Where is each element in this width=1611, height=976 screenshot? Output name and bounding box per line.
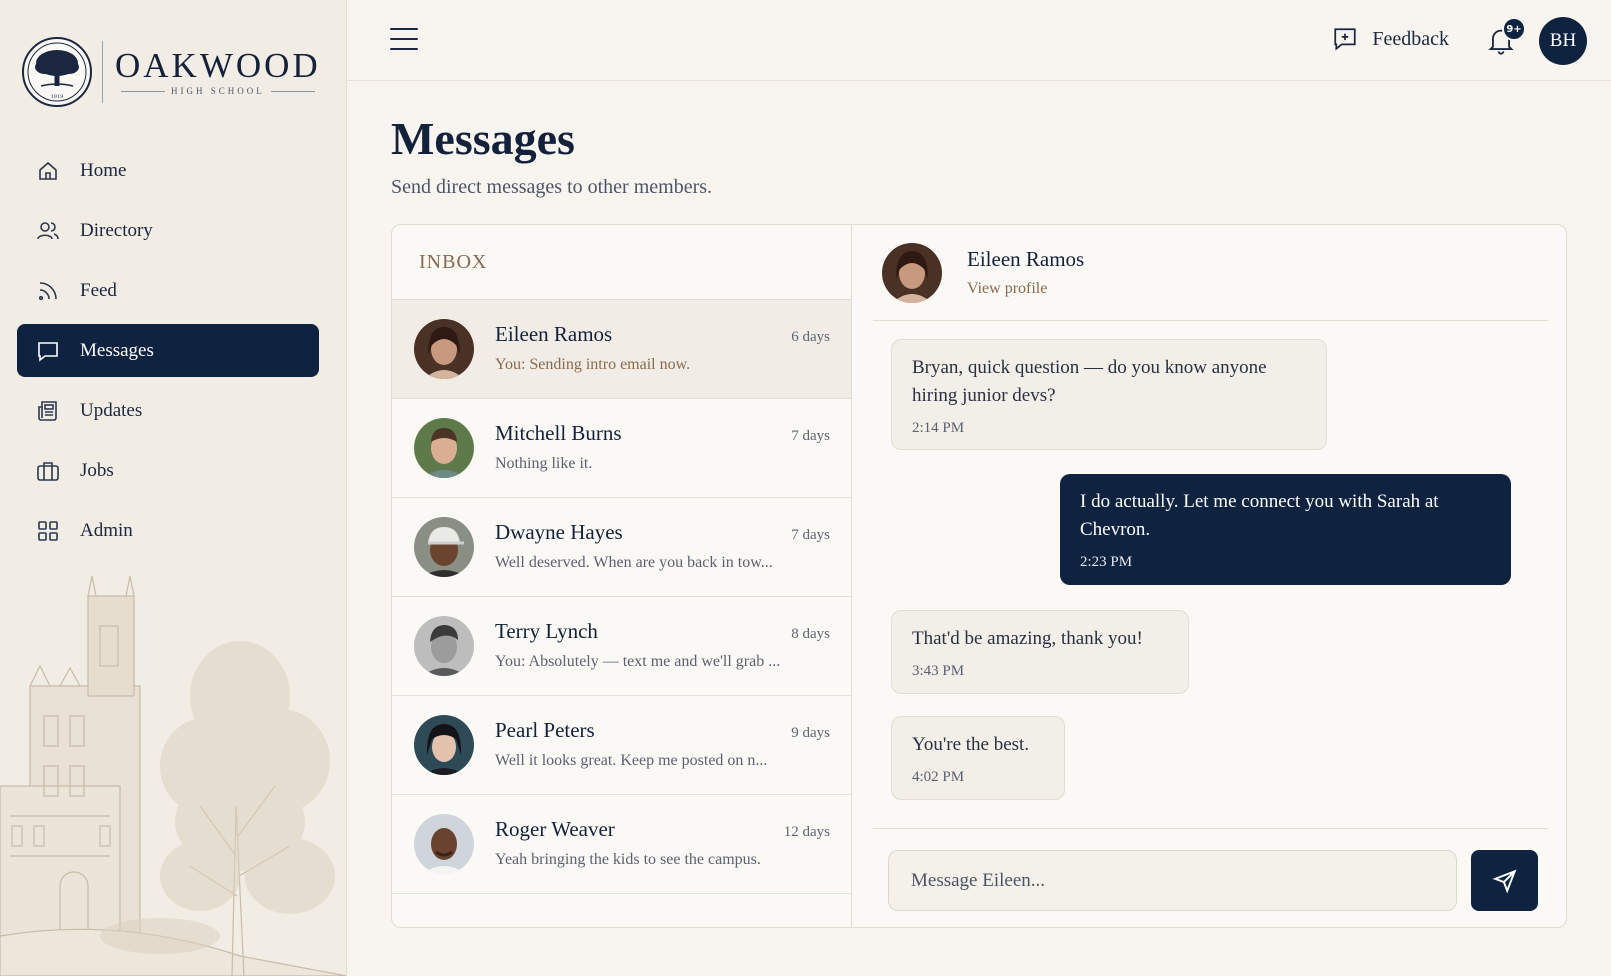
conversation-preview: Yeah bringing the kids to see the campus… [495, 851, 761, 868]
conversation-item-pearl-peters[interactable]: Pearl Peters 9 days Well it looks great.… [392, 696, 851, 795]
newspaper-icon [36, 399, 60, 423]
conversation-name: Terry Lynch [495, 619, 598, 643]
message-bubble-incoming: You're the best. 4:02 PM [891, 716, 1065, 800]
conversation-time: 8 days [791, 626, 830, 642]
feedback-button[interactable]: Feedback [1332, 26, 1449, 52]
sidebar-item-label: Messages [80, 339, 154, 361]
sidebar-item-label: Jobs [80, 459, 114, 481]
page-subtitle: Send direct messages to other members. [391, 176, 713, 198]
page-title: Messages [391, 113, 575, 164]
messages-panel: INBOX Eileen Ramos 6 days You: Sending i… [391, 224, 1567, 928]
avatar [414, 418, 474, 478]
conversation-preview: You: Sending intro email now. [495, 356, 691, 373]
feedback-label: Feedback [1372, 27, 1449, 50]
message-text: I do actually. Let me connect you with S… [1080, 491, 1439, 540]
sidebar-item-home[interactable]: Home [17, 144, 319, 197]
avatar [414, 715, 474, 775]
conversation-preview: Nothing like it. [495, 455, 593, 472]
campus-sketch-illustration [0, 575, 346, 976]
message-composer [873, 828, 1548, 927]
conversation-name: Dwayne Hayes [495, 520, 623, 544]
sidebar-item-label: Feed [80, 279, 117, 301]
conversation-name: Mitchell Burns [495, 421, 622, 445]
message-text: Bryan, quick question — do you know anyo… [912, 357, 1267, 406]
message-icon [36, 339, 60, 363]
sidebar-item-label: Updates [80, 399, 143, 421]
conversation-item-roger-weaver[interactable]: Roger Weaver 12 days Yeah bringing the k… [392, 795, 851, 894]
inbox-header: INBOX [392, 225, 851, 300]
conversation-time: 9 days [791, 725, 830, 741]
user-avatar[interactable]: BH [1539, 17, 1587, 65]
view-profile-link[interactable]: View profile [967, 280, 1047, 298]
message-bubble-incoming: That'd be amazing, thank you! 3:43 PM [891, 610, 1189, 694]
message-text: That'd be amazing, thank you! [912, 628, 1143, 649]
rss-icon [36, 279, 60, 303]
chat-contact-name: Eileen Ramos [967, 247, 1085, 271]
conversation-name: Roger Weaver [495, 817, 615, 841]
message-time: 3:43 PM [912, 663, 965, 679]
school-logo[interactable]: 1919 OAKWOOD HIGH SCHOOL [21, 36, 321, 108]
message-bubble-outgoing: I do actually. Let me connect you with S… [1060, 474, 1511, 585]
send-button[interactable] [1471, 850, 1538, 911]
conversation-time: 12 days [783, 824, 830, 840]
feedback-plus-icon [1334, 28, 1356, 51]
conversation-time: 7 days [791, 428, 830, 444]
send-icon [1492, 869, 1516, 893]
sidebar-item-label: Home [80, 159, 127, 181]
message-bubble-incoming: Bryan, quick question — do you know anyo… [891, 339, 1327, 450]
sidebar-item-label: Directory [80, 219, 153, 241]
conversation-item-eileen-ramos[interactable]: Eileen Ramos 6 days You: Sending intro e… [392, 300, 851, 399]
message-input[interactable] [888, 850, 1457, 911]
sidebar-item-admin[interactable]: Admin [17, 504, 319, 557]
conversation-item-terry-lynch[interactable]: Terry Lynch 8 days You: Absolutely — tex… [392, 597, 851, 696]
school-subtitle: HIGH SCHOOL [170, 86, 265, 96]
conversation-preview: You: Absolutely — text me and we'll grab… [495, 653, 781, 670]
conversation-time: 6 days [791, 329, 830, 345]
message-time: 4:02 PM [912, 769, 965, 785]
topbar: Feedback 9+ BH [347, 0, 1611, 81]
logo-wordmark: OAKWOOD HIGH SCHOOL [115, 46, 321, 97]
avatar [414, 814, 474, 874]
notification-badge: 9+ [1502, 17, 1526, 41]
users-icon [36, 219, 60, 243]
avatar [414, 517, 474, 577]
logo-divider [102, 41, 103, 103]
sidebar-item-directory[interactable]: Directory [17, 204, 319, 257]
message-time: 2:14 PM [912, 420, 965, 436]
conversation-preview: Well it looks great. Keep me posted on n… [495, 752, 768, 769]
message-time: 2:23 PM [1080, 554, 1133, 570]
briefcase-icon [36, 459, 60, 483]
conversation-name: Eileen Ramos [495, 322, 613, 346]
sidebar-item-jobs[interactable]: Jobs [17, 444, 319, 497]
sidebar-item-updates[interactable]: Updates [17, 384, 319, 437]
svg-text:1919: 1919 [51, 94, 64, 100]
conversation-name: Pearl Peters [495, 718, 595, 742]
grid-icon [36, 519, 60, 543]
notifications-button[interactable]: 9+ [1487, 17, 1526, 56]
oak-tree-seal-icon: 1919 [22, 37, 92, 107]
avatar[interactable] [882, 243, 942, 303]
message-text: You're the best. [912, 734, 1030, 755]
sidebar-nav: Home Directory Feed Messages Updates Job… [17, 144, 319, 564]
sidebar-item-label: Admin [80, 519, 133, 541]
avatar [414, 319, 474, 379]
school-name: OAKWOOD [115, 46, 321, 85]
chat-thread: Eileen Ramos View profile Bryan, quick q… [853, 225, 1566, 927]
chat-header: Eileen Ramos View profile [873, 225, 1548, 321]
conversation-preview: Well deserved. When are you back in tow.… [495, 554, 773, 571]
conversation-item-dwayne-hayes[interactable]: Dwayne Hayes 7 days Well deserved. When … [392, 498, 851, 597]
sidebar: 1919 OAKWOOD HIGH SCHOOL Home Directory [0, 0, 347, 976]
avatar [414, 616, 474, 676]
inbox-heading: INBOX [419, 250, 488, 273]
home-icon [36, 159, 60, 183]
conversation-item-mitchell-burns[interactable]: Mitchell Burns 7 days Nothing like it. [392, 399, 851, 498]
menu-toggle-icon[interactable] [390, 28, 418, 52]
inbox-list: INBOX Eileen Ramos 6 days You: Sending i… [392, 225, 852, 927]
sidebar-item-messages[interactable]: Messages [17, 324, 319, 377]
sidebar-item-feed[interactable]: Feed [17, 264, 319, 317]
conversation-time: 7 days [791, 527, 830, 543]
